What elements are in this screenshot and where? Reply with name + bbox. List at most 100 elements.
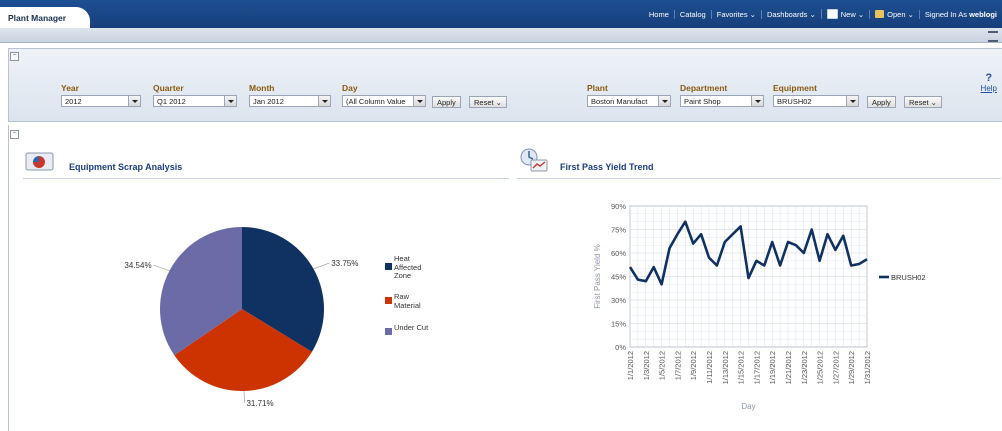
year-label: Year [61, 83, 79, 93]
folder-icon [875, 10, 885, 18]
nav-new-menu[interactable]: New ⌄ [820, 9, 869, 19]
chevron-down-icon[interactable] [318, 96, 330, 106]
legend-label: Raw Material [394, 292, 421, 310]
apply-button[interactable]: Apply [432, 96, 461, 108]
global-nav: Home Catalog Favorites ⌄ Dashboards ⌄ Ne… [644, 7, 1002, 21]
signed-in-prefix: Signed In As [924, 9, 967, 19]
month-prompt: Month Jan 2012 [249, 83, 331, 107]
year-select[interactable]: 2012 [61, 95, 141, 107]
x-tick-label: 1/1/2012 [626, 351, 635, 380]
nav-catalog-link[interactable]: Catalog [673, 9, 711, 19]
dashboard-tab-label: Plant Manager [8, 13, 67, 23]
nav-home-link[interactable]: Home [644, 10, 674, 19]
new-icon [826, 9, 838, 19]
signed-in-user: weblogi [969, 9, 997, 19]
legend-label: Under Cut [394, 323, 429, 332]
x-tick-label: 1/5/2012 [658, 351, 667, 380]
x-tick-label: 1/23/2012 [800, 351, 809, 384]
section-divider [517, 178, 1001, 179]
x-tick-label: 1/3/2012 [642, 351, 651, 380]
month-value: Jan 2012 [253, 97, 284, 106]
department-prompt: Department Paint Shop [680, 83, 764, 107]
apply-button[interactable]: Apply [867, 96, 896, 108]
year-prompt: Year 2012 [61, 83, 141, 107]
quarter-select[interactable]: Q1 2012 [153, 95, 237, 107]
signed-in-info[interactable]: Signed In As weblogi [918, 9, 1002, 19]
y-tick-label: 0% [615, 343, 626, 352]
x-axis-title: Day [741, 402, 755, 411]
equipment-select[interactable]: BRUSH02 [773, 95, 859, 107]
department-select[interactable]: Paint Shop [680, 95, 764, 107]
nav-dashboards-menu[interactable]: Dashboards ⌄ [760, 9, 821, 19]
scrap-pie-chart[interactable]: 33.75% 31.71% 34.54% [23, 185, 513, 429]
year-value: 2012 [65, 97, 82, 106]
legend-swatch [385, 263, 392, 270]
day-value: (All Column Value [346, 97, 406, 106]
x-tick-label: 1/31/2012 [863, 351, 872, 384]
day-label: Day [342, 83, 358, 93]
nav-new-label: New ⌄ [840, 9, 865, 19]
help-link[interactable]: ? Help [981, 72, 997, 93]
prompts-panel: − Year 2012 Quarter Q1 2012 Month Jan 20… [8, 48, 1002, 122]
chevron-down-icon[interactable] [658, 96, 670, 106]
equipment-value: BRUSH02 [777, 97, 812, 106]
x-tick-label: 1/7/2012 [673, 351, 682, 380]
x-tick-label: 1/17/2012 [752, 351, 761, 384]
nav-favorites-menu[interactable]: Favorites ⌄ [710, 9, 761, 19]
y-tick-label: 30% [611, 296, 626, 305]
x-tick-label: 1/21/2012 [784, 351, 793, 384]
section-title: First Pass Yield Trend [560, 162, 654, 172]
chevron-down-icon[interactable] [751, 96, 763, 106]
pie-data-label: 34.54% [124, 261, 151, 270]
legend-label: BRUSH02 [891, 273, 926, 282]
nav-open-menu[interactable]: Open ⌄ [869, 9, 919, 19]
dashboard-content: − Equipment Scrap Analysis 33.75% 31.71% 3… [8, 125, 1002, 431]
y-tick-label: 90% [611, 202, 626, 211]
page-options-bar [0, 28, 1002, 43]
plant-label: Plant [587, 83, 608, 93]
legend-swatch [385, 328, 392, 335]
x-tick-label: 1/13/2012 [721, 351, 730, 384]
equipment-label: Equipment [773, 83, 817, 93]
reset-button[interactable]: Reset ⌄ [469, 96, 507, 108]
legend-label: Heat Affected Zone [394, 254, 422, 280]
day-prompt: Day (All Column Value [342, 83, 426, 107]
x-tick-label: 1/19/2012 [768, 351, 777, 384]
plant-value: Boston Manufact [591, 97, 648, 106]
y-tick-label: 45% [611, 273, 626, 282]
pie-chart-icon [25, 152, 54, 171]
day-select[interactable]: (All Column Value [342, 95, 426, 107]
collapse-icon[interactable]: − [10, 52, 19, 61]
page-options-icon[interactable] [988, 31, 998, 42]
fpy-line-chart[interactable]: 90% 75% 60% 45% 30% 15% 0%1/1/2012 1/3/2012 1/5/… [517, 185, 1001, 429]
y-tick-label: 15% [611, 320, 626, 329]
department-label: Department [680, 83, 728, 93]
y-axis-title: First Pass Yield % [593, 244, 602, 308]
reset-button[interactable]: Reset ⌄ [904, 96, 942, 108]
nav-open-label: Open ⌄ [887, 9, 914, 19]
pie-leader-line [313, 262, 330, 270]
legend-item: Raw Material [385, 292, 430, 310]
department-value: Paint Shop [684, 97, 721, 106]
dashboard-tab[interactable]: Plant Manager [0, 7, 90, 28]
pie-data-label: 33.75% [331, 259, 358, 268]
month-select[interactable]: Jan 2012 [249, 95, 331, 107]
pie-data-label: 31.71% [246, 399, 273, 408]
x-tick-label: 1/11/2012 [705, 351, 714, 384]
chevron-down-icon[interactable] [128, 96, 140, 106]
pie-leader-line [153, 264, 170, 272]
chevron-down-icon[interactable] [224, 96, 236, 106]
y-tick-label: 60% [611, 249, 626, 258]
equipment-prompt: Equipment BRUSH02 [773, 83, 859, 107]
y-tick-label: 75% [611, 226, 626, 235]
x-tick-label: 1/9/2012 [689, 351, 698, 380]
x-tick-label: 1/25/2012 [816, 351, 825, 384]
chevron-down-icon[interactable] [413, 96, 425, 106]
x-tick-label: 1/29/2012 [847, 351, 856, 384]
legend-swatch [385, 297, 392, 304]
help-label: Help [980, 84, 997, 93]
plant-select[interactable]: Boston Manufact [587, 95, 671, 107]
month-label: Month [249, 83, 275, 93]
collapse-icon[interactable]: − [10, 130, 19, 139]
chevron-down-icon[interactable] [846, 96, 858, 106]
